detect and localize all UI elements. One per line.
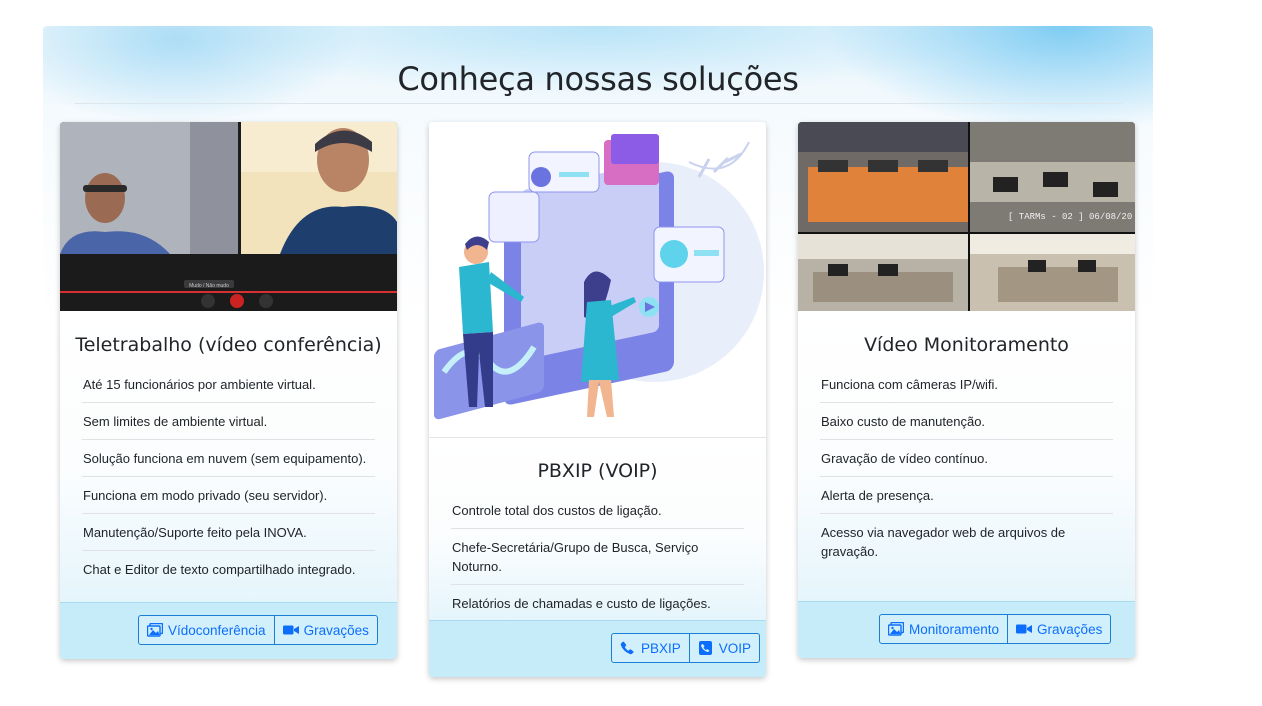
button-label: Gravações [303, 622, 369, 638]
surveillance-image: [ TARMs - 02 ] 06/08/20 11:57:46 [798, 122, 1135, 311]
button-label: Vídoconferência [168, 622, 266, 638]
button-label: Gravações [1037, 621, 1103, 637]
list-item: Baixo custo de manutenção. [820, 403, 1113, 440]
video-camera-icon [282, 625, 299, 635]
video-camera-icon [1016, 624, 1033, 634]
list-item: Até 15 funcionários por ambiente virtual… [82, 366, 375, 403]
button-group: PBXIP VOIP [611, 633, 761, 663]
monitoramento-button[interactable]: Monitoramento [880, 615, 1007, 643]
button-label: VOIP [718, 640, 752, 656]
card-video-monitoramento: [ TARMs - 02 ] 06/08/20 11:57:46 Vídeo M… [798, 122, 1135, 658]
pbxip-button[interactable]: PBXIP [612, 634, 689, 662]
pbxip-illustration [429, 122, 766, 438]
videoconferencia-button[interactable]: Vídoconferência [139, 616, 274, 644]
card-pbxip: PBXIP (VOIP) Controle total dos custos d… [429, 122, 766, 677]
video-conference-image: Mudo / Não mudo [60, 122, 397, 311]
button-group: Vídoconferência Gravações [138, 615, 378, 645]
solutions-section: Conheça nossas soluções Mudo / Não mudo … [43, 26, 1153, 706]
button-group: Monitoramento Gravações [879, 614, 1112, 644]
button-label: PBXIP [641, 640, 681, 656]
card-body: Teletrabalho (vídeo conferência) Até 15 … [60, 311, 397, 603]
images-icon [888, 622, 904, 636]
section-title: Conheça nossas soluções [397, 60, 799, 98]
list-item: Controle total dos custos de ligação. [451, 492, 744, 529]
card-footer: Vídoconferência Gravações [60, 602, 397, 659]
list-item: Manutenção/Suporte feito pela INOVA. [82, 514, 375, 551]
button-label: Monitoramento [909, 621, 1000, 637]
feature-list: Até 15 funcionários por ambiente virtual… [82, 366, 375, 587]
card-title: PBXIP (VOIP) [537, 460, 658, 482]
card-teletrabalho: Mudo / Não mudo Teletrabalho (vídeo conf… [60, 122, 397, 659]
card-title: Vídeo Monitoramento [864, 334, 1069, 356]
images-icon [147, 623, 163, 637]
list-item: Chefe-Secretária/Grupo de Busca, Serviço… [451, 529, 744, 585]
list-item: Acesso via navegador web de arquivos de … [821, 525, 1066, 559]
list-item: Sem limites de ambiente virtual. [82, 403, 375, 440]
phone-square-icon [698, 641, 712, 655]
gravacoes-button[interactable]: Gravações [1007, 615, 1110, 643]
gravacoes-button[interactable]: Gravações [273, 616, 377, 644]
list-item: Solução funciona em nuvem (sem equipamen… [82, 440, 375, 477]
list-item: Funciona com câmeras IP/wifi. [820, 366, 1113, 403]
feature-list: Funciona com câmeras IP/wifi. Baixo cust… [820, 366, 1113, 569]
card-body: PBXIP (VOIP) Controle total dos custos d… [429, 438, 766, 621]
list-item: Gravação de vídeo contínuo. [820, 440, 1113, 477]
list-item: Chat e Editor de texto compartilhado int… [83, 562, 356, 577]
title-divider [75, 103, 1123, 104]
card-body: Vídeo Monitoramento Funciona com câmeras… [798, 311, 1135, 602]
list-item: Relatórios de chamadas e custo de ligaçõ… [452, 596, 711, 611]
card-footer: Monitoramento Gravações [798, 601, 1135, 658]
camera-timestamp: [ TARMs - 02 ] 06/08/20 11:57:46 [1008, 212, 1135, 222]
video-control-caption: Mudo / Não mudo [189, 283, 229, 289]
card-title: Teletrabalho (vídeo conferência) [75, 334, 382, 356]
list-item: Funciona em modo privado (seu servidor). [82, 477, 375, 514]
voip-button[interactable]: VOIP [688, 634, 759, 662]
phone-icon [620, 641, 634, 655]
card-footer: PBXIP VOIP [429, 620, 766, 677]
feature-list: Controle total dos custos de ligação. Ch… [451, 492, 744, 621]
list-item: Alerta de presença. [820, 477, 1113, 514]
